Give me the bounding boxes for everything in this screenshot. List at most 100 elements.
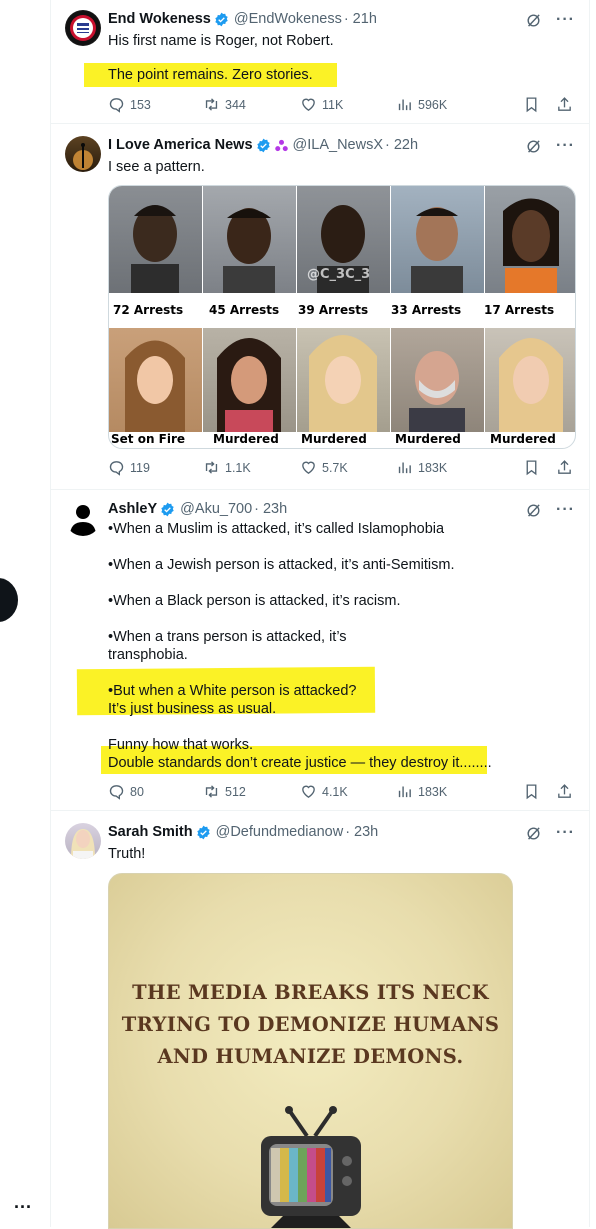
photo-cell bbox=[485, 328, 575, 432]
reply-icon bbox=[109, 98, 124, 113]
tweet-image[interactable]: THE MEDIA BREAKS ITS NECK TRYING TO DEMO… bbox=[108, 873, 513, 1229]
heart-icon bbox=[302, 785, 315, 798]
avatar[interactable] bbox=[65, 823, 101, 859]
views-icon bbox=[398, 786, 411, 798]
share-icon[interactable] bbox=[556, 783, 573, 800]
tweet-text-line: Funny how that works. bbox=[108, 737, 254, 753]
grok-icon[interactable] bbox=[525, 825, 542, 842]
tweet-end-actions bbox=[523, 459, 573, 476]
bookmark-icon[interactable] bbox=[523, 96, 540, 113]
image-caption: Murdered bbox=[301, 432, 367, 446]
repost-button[interactable]: 344 bbox=[203, 96, 300, 113]
photo-cell bbox=[297, 328, 390, 432]
author-handle[interactable]: @Aku_700 bbox=[180, 501, 252, 517]
more-options-icon[interactable]: ... bbox=[14, 1192, 32, 1213]
like-button[interactable]: 11K bbox=[300, 96, 396, 113]
more-icon[interactable]: ··· bbox=[556, 137, 575, 155]
like-button[interactable]: 4.1K bbox=[300, 783, 396, 800]
tweet[interactable]: I Love America News @ILA_NewsX · 22h ···… bbox=[51, 124, 589, 490]
author-handle[interactable]: @ILA_NewsX bbox=[293, 137, 383, 153]
view-count: 596K bbox=[418, 97, 448, 112]
reply-button[interactable]: 119 bbox=[108, 459, 203, 476]
tweet-top-actions: ··· bbox=[525, 137, 575, 155]
like-count: 5.7K bbox=[322, 460, 348, 475]
affiliate-icon bbox=[274, 139, 288, 151]
bookmark-icon[interactable] bbox=[523, 783, 540, 800]
more-icon[interactable]: ··· bbox=[556, 11, 575, 29]
image-caption: 17 Arrests bbox=[484, 303, 555, 317]
like-button[interactable]: 5.7K bbox=[300, 459, 396, 476]
timeline: End Wokeness @EndWokeness · 21h ··· His … bbox=[50, 0, 590, 1229]
tweet-text-line: •When a Black person is attacked, it’s r… bbox=[108, 593, 401, 609]
action-bar: 153 344 11K 596K bbox=[108, 96, 573, 113]
timestamp[interactable]: · 22h bbox=[385, 137, 418, 153]
share-icon[interactable] bbox=[556, 96, 573, 113]
repost-icon bbox=[205, 461, 218, 474]
timestamp[interactable]: · 23h bbox=[254, 501, 287, 517]
tweet-text-line: •But when a White person is attacked? bbox=[108, 683, 357, 699]
reply-count: 80 bbox=[130, 784, 144, 799]
tweet[interactable]: End Wokeness @EndWokeness · 21h ··· His … bbox=[51, 0, 589, 124]
repost-count: 512 bbox=[225, 784, 246, 799]
views-button[interactable]: 596K bbox=[396, 96, 502, 113]
reply-count: 119 bbox=[130, 460, 150, 475]
grok-icon[interactable] bbox=[525, 138, 542, 155]
views-button[interactable]: 183K bbox=[396, 783, 502, 800]
reply-button[interactable]: 80 bbox=[108, 783, 203, 800]
repost-count: 344 bbox=[225, 97, 246, 112]
photo-cell bbox=[109, 328, 202, 432]
image-caption: 45 Arrests bbox=[209, 303, 280, 317]
timestamp[interactable]: · 21h bbox=[344, 11, 377, 27]
views-icon bbox=[398, 462, 411, 474]
more-icon[interactable]: ··· bbox=[556, 501, 575, 519]
action-bar: 80 512 4.1K 183K bbox=[108, 783, 573, 800]
grok-icon[interactable] bbox=[525, 12, 542, 29]
tweet-text: I see a pattern. bbox=[108, 159, 205, 175]
avatar[interactable] bbox=[65, 10, 101, 46]
tweet-text-line: It’s just business as usual. bbox=[108, 701, 277, 717]
watermark-text: @C_3C_3 bbox=[307, 267, 370, 282]
tweet-image[interactable]: @C_3C_3 72 Arrests 45 Arrests 39 Arrests… bbox=[108, 185, 576, 449]
repost-button[interactable]: 512 bbox=[203, 783, 300, 800]
tweet-text-highlighted: The point remains. Zero stories. bbox=[84, 63, 337, 87]
like-count: 4.1K bbox=[322, 784, 348, 799]
timestamp[interactable]: · 23h bbox=[345, 824, 378, 840]
reply-button[interactable]: 153 bbox=[108, 96, 203, 113]
image-caption: 72 Arrests bbox=[113, 303, 184, 317]
bookmark-icon[interactable] bbox=[523, 459, 540, 476]
tweet-header: I Love America News @ILA_NewsX · 22h bbox=[108, 137, 418, 153]
left-nav-avatar[interactable] bbox=[0, 578, 18, 622]
heart-icon bbox=[302, 98, 315, 111]
author-name[interactable]: AshleY bbox=[108, 501, 157, 517]
author-name[interactable]: Sarah Smith bbox=[108, 824, 193, 840]
author-name[interactable]: End Wokeness bbox=[108, 11, 211, 27]
image-caption: 39 Arrests bbox=[298, 303, 369, 317]
tweet-top-actions: ··· bbox=[525, 501, 575, 519]
author-name[interactable]: I Love America News bbox=[108, 137, 253, 153]
image-caption: Murdered bbox=[490, 432, 556, 446]
reply-count: 153 bbox=[130, 97, 151, 112]
photo-cell bbox=[203, 328, 296, 432]
avatar[interactable] bbox=[65, 136, 101, 172]
avatar[interactable] bbox=[65, 500, 101, 536]
reply-icon bbox=[109, 785, 124, 800]
more-icon[interactable]: ··· bbox=[556, 824, 575, 842]
views-icon bbox=[398, 99, 411, 111]
tweet-header: Sarah Smith @Defundmedianow · 23h bbox=[108, 824, 378, 840]
tweet[interactable]: AshleY @Aku_700 · 23h ··· •When a Muslim… bbox=[51, 490, 589, 811]
photo-cell bbox=[391, 186, 484, 293]
views-button[interactable]: 183K bbox=[396, 459, 502, 476]
repost-count: 1.1K bbox=[225, 460, 251, 475]
action-bar: 119 1.1K 5.7K 183K bbox=[108, 459, 573, 476]
photo-cell bbox=[391, 328, 484, 432]
tweet-end-actions bbox=[523, 783, 573, 800]
verified-badge-icon bbox=[215, 12, 228, 26]
repost-icon bbox=[205, 785, 218, 798]
tweet-top-actions: ··· bbox=[525, 824, 575, 842]
repost-button[interactable]: 1.1K bbox=[203, 459, 300, 476]
author-handle[interactable]: @Defundmedianow bbox=[216, 824, 344, 840]
repost-icon bbox=[205, 98, 218, 111]
grok-icon[interactable] bbox=[525, 502, 542, 519]
author-handle[interactable]: @EndWokeness bbox=[234, 11, 342, 27]
share-icon[interactable] bbox=[556, 459, 573, 476]
